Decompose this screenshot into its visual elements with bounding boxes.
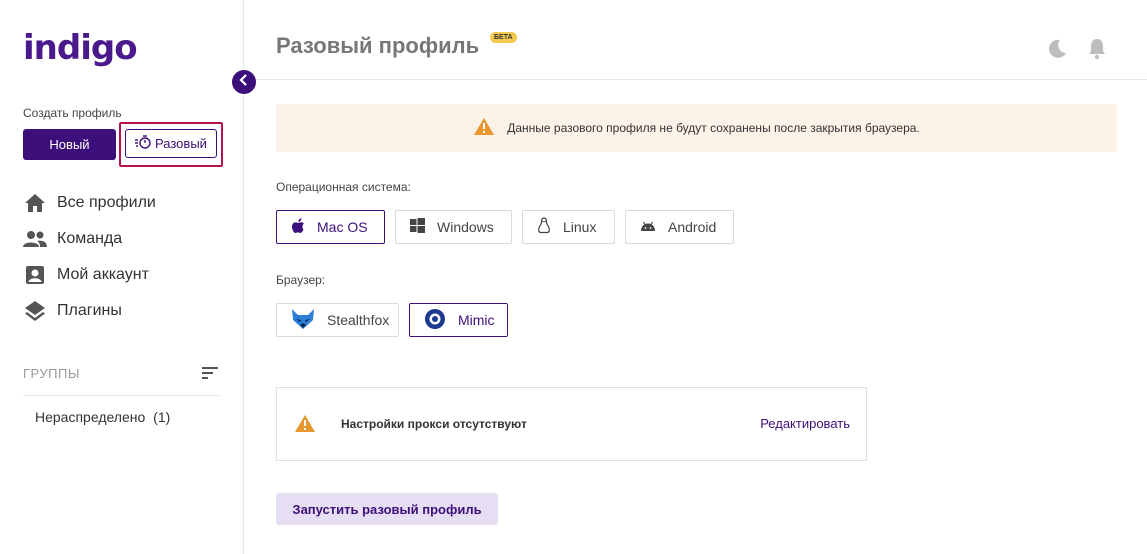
os-option-label: Android [668,219,717,235]
sidebar-item-plugins[interactable]: Плагины [23,293,156,329]
browser-option-mimic[interactable]: Mimic [409,303,508,337]
timer-icon [135,135,151,152]
beta-badge: БЕТА [490,32,517,43]
os-option-macos[interactable]: Mac OS [276,210,385,244]
create-profile-label: Создать профиль [23,106,122,120]
browser-option-label: Stealthfox [327,312,390,328]
sidebar-item-label: Мой аккаунт [57,266,149,283]
new-profile-button[interactable]: Новый [23,129,116,160]
account-icon [23,263,47,287]
sidebar-item-all-profiles[interactable]: Все профили [23,185,156,221]
sidebar-item-account[interactable]: Мой аккаунт [23,257,156,293]
os-option-windows[interactable]: Windows [395,210,512,244]
groups-header: ГРУППЫ [23,366,219,396]
warning-banner: Данные разового профиля не будут сохране… [276,104,1117,152]
collapse-sidebar-button[interactable] [232,70,256,94]
os-option-label: Mac OS [317,219,368,235]
warning-text: Данные разового профиля не будут сохране… [507,121,920,135]
apple-icon [291,217,305,237]
onetime-profile-button[interactable]: Разовый [125,129,217,158]
browser-option-label: Mimic [458,312,495,328]
stealthfox-icon [291,308,315,333]
group-item-label: Нераспределено [35,409,146,425]
sidebar-item-label: Плагины [57,302,122,319]
team-icon [23,227,47,251]
sidebar-item-label: Команда [57,230,123,247]
android-icon [640,219,656,235]
sidebar-item-team[interactable]: Команда [23,221,156,257]
moon-icon[interactable] [1046,38,1068,60]
warning-icon [473,117,495,139]
home-icon [23,191,47,215]
edit-proxy-link[interactable]: Редактировать [760,416,850,431]
sidebar: indigo Создать профиль Новый Разовый Все… [0,0,244,554]
sidebar-item-label: Все профили [57,194,156,211]
group-item-count: (1) [153,409,171,425]
proxy-settings-panel: Настройки прокси отсутствуют Редактирова… [276,387,867,461]
windows-icon [410,218,425,236]
group-item-unassigned[interactable]: Нераспределено (1) [35,409,170,425]
browser-option-stealthfox[interactable]: Stealthfox [276,303,399,337]
linux-icon [537,217,551,237]
bell-icon[interactable] [1087,38,1109,60]
indigo-logo[interactable]: indigo [23,28,138,68]
layers-icon [23,299,47,323]
onetime-highlight-frame: Разовый [119,122,223,167]
proxy-status-text: Настройки прокси отсутствуют [341,417,527,431]
sort-icon[interactable] [201,366,219,385]
os-option-android[interactable]: Android [625,210,734,244]
app: indigo Создать профиль Новый Разовый Все… [0,0,1147,554]
proxy-warning-icon [294,414,316,438]
os-option-linux[interactable]: Linux [522,210,615,244]
browser-label: Браузер: [276,273,326,287]
groups-title: ГРУППЫ [23,366,80,381]
onetime-profile-label: Разовый [155,136,207,151]
chevron-left-icon [239,73,249,91]
mimic-icon [424,308,446,333]
os-option-label: Linux [563,219,597,235]
page-header: Разовый профиль БЕТА [244,0,1147,80]
page-title: Разовый профиль [276,33,480,58]
os-option-label: Windows [437,219,494,235]
os-label: Операционная система: [276,180,411,194]
sidebar-nav: Все профили Команда Мой аккаунт Плагины [23,185,156,329]
launch-onetime-profile-button[interactable]: Запустить разовый профиль [276,493,498,525]
